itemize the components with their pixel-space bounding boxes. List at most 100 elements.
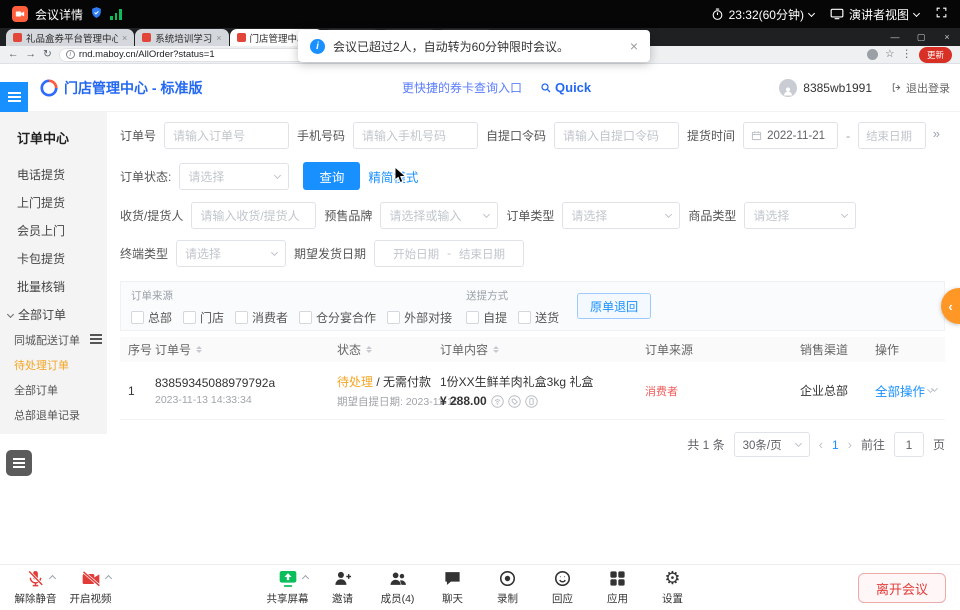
share-screen-button[interactable]: 共享屏幕 [260, 568, 315, 606]
sidebar-item-phone-pickup[interactable]: 电话提货 [0, 161, 107, 189]
prev-page-icon[interactable]: ‹ [819, 437, 823, 452]
browser-tab[interactable]: 系统培训学习 × [135, 29, 228, 46]
checkbox-self-pickup[interactable]: 自提 [466, 309, 507, 326]
sidebar-item-door-pickup[interactable]: 上门提货 [0, 189, 107, 217]
meeting-timer[interactable]: 23:32(60分钟) [711, 6, 814, 23]
checkbox-source-consumer[interactable]: 消费者 [235, 309, 288, 326]
meeting-app-icon [12, 6, 28, 22]
expect-date-range[interactable]: 开始日期 - 结束日期 [374, 240, 524, 267]
info-icon: i [310, 39, 325, 54]
browser-menu-icon[interactable]: ⋮ [901, 49, 912, 60]
sort-icon[interactable] [493, 346, 499, 353]
chevron-down-icon [274, 171, 281, 178]
sidebar-toggle-icon[interactable] [88, 332, 104, 346]
back-icon[interactable]: ← [8, 49, 19, 60]
sidebar-item-all-orders-group[interactable]: 全部订单 [0, 301, 107, 329]
next-page-icon[interactable]: › [848, 437, 852, 452]
phone-input[interactable] [353, 122, 478, 149]
user-account[interactable]: 8385wb1991 [779, 64, 872, 111]
tab-close-icon[interactable]: × [216, 33, 221, 43]
sort-icon[interactable] [196, 346, 202, 353]
view-mode-selector[interactable]: 演讲者视图 [830, 6, 919, 23]
security-shield-icon[interactable] [90, 6, 103, 22]
checkbox-source-store[interactable]: 门店 [183, 309, 224, 326]
chat-button[interactable]: 聊天 [425, 568, 480, 606]
reload-icon[interactable]: ↻ [43, 49, 52, 60]
search-button[interactable]: 查询 [303, 162, 360, 190]
settings-button[interactable]: ⚙ 设置 [645, 568, 700, 606]
update-button[interactable]: 更新 [919, 47, 952, 63]
chevron-up-icon[interactable] [49, 575, 56, 582]
brand-select[interactable]: 请选择或输入 [380, 202, 498, 229]
site-info-icon[interactable]: i [66, 50, 75, 59]
gear-icon: ⚙ [664, 569, 680, 589]
checkbox-source-external[interactable]: 外部对接 [387, 309, 452, 326]
original-refund-button[interactable]: 原单退回 [577, 293, 651, 319]
profile-avatar[interactable] [867, 49, 878, 60]
sidebar-item-card-pickup[interactable]: 卡包提货 [0, 245, 107, 273]
expect-date-label: 期望发货日期 [294, 245, 366, 262]
page-title: 门店管理中心 - 标准版 [64, 78, 202, 98]
quick-search-link[interactable]: Quick [540, 80, 591, 95]
col-status[interactable]: 状态 [337, 341, 440, 358]
sidebar-item-all-orders[interactable]: 全部订单 [0, 379, 107, 404]
banner-close-icon[interactable]: × [630, 38, 638, 54]
tab-close-icon[interactable]: × [122, 33, 127, 43]
close-window-icon[interactable]: × [934, 28, 960, 46]
search-icon [540, 82, 552, 94]
order-status-select[interactable]: 请选择 [179, 163, 289, 190]
goods-type-select[interactable]: 请选择 [744, 202, 856, 229]
sidebar-item-member-visit[interactable]: 会员上门 [0, 217, 107, 245]
apps-button[interactable]: 应用 [590, 568, 645, 606]
row-actions-dropdown[interactable]: 全部操作 [875, 381, 925, 400]
start-video-button[interactable]: 开启视频 [63, 568, 118, 606]
order-type-select[interactable]: 请选择 [562, 202, 680, 229]
page-number[interactable]: 1 [832, 438, 839, 452]
checkbox-delivery[interactable]: 送货 [518, 309, 559, 326]
terminal-type-select[interactable]: 请选择 [176, 240, 286, 267]
chevron-up-icon[interactable] [104, 575, 111, 582]
sort-icon[interactable] [366, 346, 372, 353]
logout-button[interactable]: 退出登录 [891, 64, 950, 111]
pickup-code-input[interactable] [554, 122, 679, 149]
receiver-input[interactable] [191, 202, 316, 229]
record-button[interactable]: 录制 [480, 568, 535, 606]
chevron-up-icon[interactable] [301, 575, 308, 582]
checkbox-icon [387, 311, 400, 324]
table-row[interactable]: 1 83859345088979792a 2023-11-13 14:33:34… [120, 362, 945, 420]
goto-page-input[interactable] [894, 432, 924, 457]
sidebar-section-order-center[interactable]: 订单中心 [0, 120, 107, 161]
screen: 会议详情 23:32(60分钟) 演讲者视图 礼品盒券平台管理中心 × [0, 0, 960, 610]
page-size-select[interactable]: 30条/页 [734, 432, 810, 457]
leave-meeting-button[interactable]: 离开会议 [858, 573, 946, 603]
fullscreen-icon[interactable] [935, 6, 948, 22]
sidebar-item-batch-verify[interactable]: 批量核销 [0, 273, 107, 301]
meeting-list-toggle[interactable] [6, 450, 32, 476]
order-no-input[interactable] [164, 122, 289, 149]
filter-collapse-icon[interactable]: » [933, 126, 940, 141]
goto-label: 前往 [861, 436, 885, 453]
sidebar-item-hq-refund-records[interactable]: 总部退单记录 [0, 404, 107, 429]
pickup-date-end[interactable]: 结束日期 [858, 122, 926, 149]
checkbox-icon [299, 311, 312, 324]
pickup-date-start[interactable]: 2022-11-21 [743, 122, 838, 149]
checkbox-source-hq[interactable]: 总部 [131, 309, 172, 326]
members-button[interactable]: 成员(4) [370, 568, 425, 606]
col-content[interactable]: 订单内容 [440, 341, 645, 358]
browser-tab[interactable]: 礼品盒券平台管理中心 × [6, 29, 134, 46]
forward-icon[interactable]: → [26, 49, 37, 60]
sidebar-collapse-button[interactable] [0, 82, 28, 112]
unmute-button[interactable]: 解除静音 [8, 568, 63, 606]
minimize-icon[interactable]: — [882, 28, 908, 46]
coupon-entry-link[interactable]: 更快捷的券卡查询入口 [402, 79, 522, 96]
maximize-icon[interactable]: ▢ [908, 28, 934, 46]
tab-favicon [13, 33, 22, 42]
bookmark-icon[interactable]: ☆ [885, 49, 894, 60]
invite-button[interactable]: 邀请 [315, 568, 370, 606]
order-source-panel: 订单来源 总部 门店 消费者 仓分宴合作 外部对接 送提方式 自提 送货 原单退… [120, 281, 945, 331]
reaction-button[interactable]: 回应 [535, 568, 590, 606]
meeting-details-button[interactable]: 会议详情 [35, 6, 83, 23]
filter-row-2: 订单状态: 请选择 查询 精简模式 [120, 162, 418, 190]
sidebar-item-pending-orders[interactable]: 待处理订单 [0, 354, 107, 379]
col-order-no[interactable]: 订单号 [155, 341, 337, 358]
